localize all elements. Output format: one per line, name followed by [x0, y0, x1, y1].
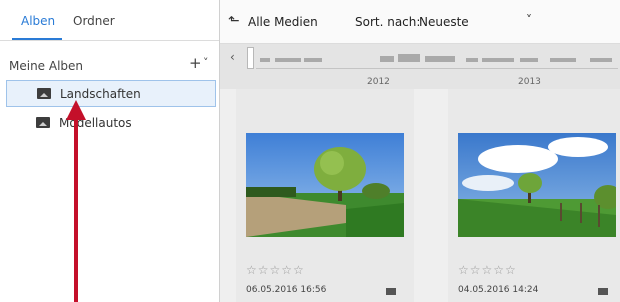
image-type-icon	[386, 288, 396, 295]
sidebar: Alben Ordner Meine Alben + ˅ Landschafte…	[0, 0, 220, 302]
sort-dropdown-chevron-icon[interactable]: ˅	[526, 13, 532, 27]
photo-thumbnail[interactable]	[458, 133, 616, 237]
my-albums-heading: Meine Alben	[9, 59, 84, 73]
sidebar-item-landschaften[interactable]: Landschaften	[6, 80, 216, 107]
photo-card[interactable]: ☆☆☆☆☆ 06.05.2016 16:56	[236, 89, 414, 302]
annotation-arrow	[74, 118, 78, 302]
photo-date: 06.05.2016 16:56	[246, 285, 327, 295]
landscape-photo-1	[246, 133, 404, 237]
timeline-tick	[425, 56, 455, 62]
timeline-left-arrow-icon[interactable]: ‹	[230, 50, 235, 64]
photo-card[interactable]: ☆☆☆☆☆ 04.05.2016 14:24	[448, 89, 620, 302]
image-type-icon	[598, 288, 608, 295]
star-rating[interactable]: ☆☆☆☆☆	[458, 263, 517, 277]
timeline-year-label: 2012	[367, 77, 390, 87]
album-image-icon	[37, 88, 51, 99]
toolbar: ⬑ Alle Medien Sort. nach: Neueste ˅	[220, 0, 620, 44]
timeline-bar[interactable]: ‹ 2012 2013	[220, 44, 620, 89]
album-label: Landschaften	[60, 87, 141, 101]
star-rating[interactable]: ☆☆☆☆☆	[246, 263, 305, 277]
timeline-tick	[398, 54, 420, 62]
chevron-down-icon[interactable]: ˅	[203, 56, 209, 69]
add-album-button[interactable]: +	[189, 54, 202, 72]
photo-grid: ☆☆☆☆☆ 06.05.2016 16:56 ☆☆☆☆☆ 04.05.2016 …	[220, 89, 620, 302]
all-media-button[interactable]: Alle Medien	[248, 15, 318, 29]
sort-value[interactable]: Neueste	[419, 15, 469, 29]
timeline-tick	[466, 58, 478, 62]
tab-active-indicator	[12, 38, 62, 40]
timeline-tick	[550, 58, 576, 62]
tab-ordner[interactable]: Ordner	[73, 14, 115, 28]
sort-label: Sort. nach:	[355, 15, 421, 29]
timeline-year-label: 2013	[518, 77, 541, 87]
timeline-handle[interactable]	[247, 47, 254, 69]
photo-thumbnail[interactable]	[246, 133, 404, 237]
timeline-tick	[304, 58, 322, 62]
timeline-tick	[590, 58, 612, 62]
sidebar-item-modellautos[interactable]: Modellautos	[6, 110, 216, 137]
back-arrow-icon[interactable]: ⬑	[228, 13, 240, 29]
album-image-icon	[36, 117, 50, 128]
timeline-tick	[520, 58, 538, 62]
landscape-photo-2	[458, 133, 616, 237]
tab-alben[interactable]: Alben	[21, 14, 55, 28]
timeline-tick	[275, 58, 301, 62]
timeline-tick	[482, 58, 514, 62]
timeline-baseline	[256, 68, 618, 69]
timeline-tick	[260, 58, 270, 62]
photo-date: 04.05.2016 14:24	[458, 285, 539, 295]
annotation-arrow-head	[66, 100, 86, 120]
timeline-tick	[380, 56, 394, 62]
sidebar-tabs: Alben Ordner	[0, 0, 219, 41]
